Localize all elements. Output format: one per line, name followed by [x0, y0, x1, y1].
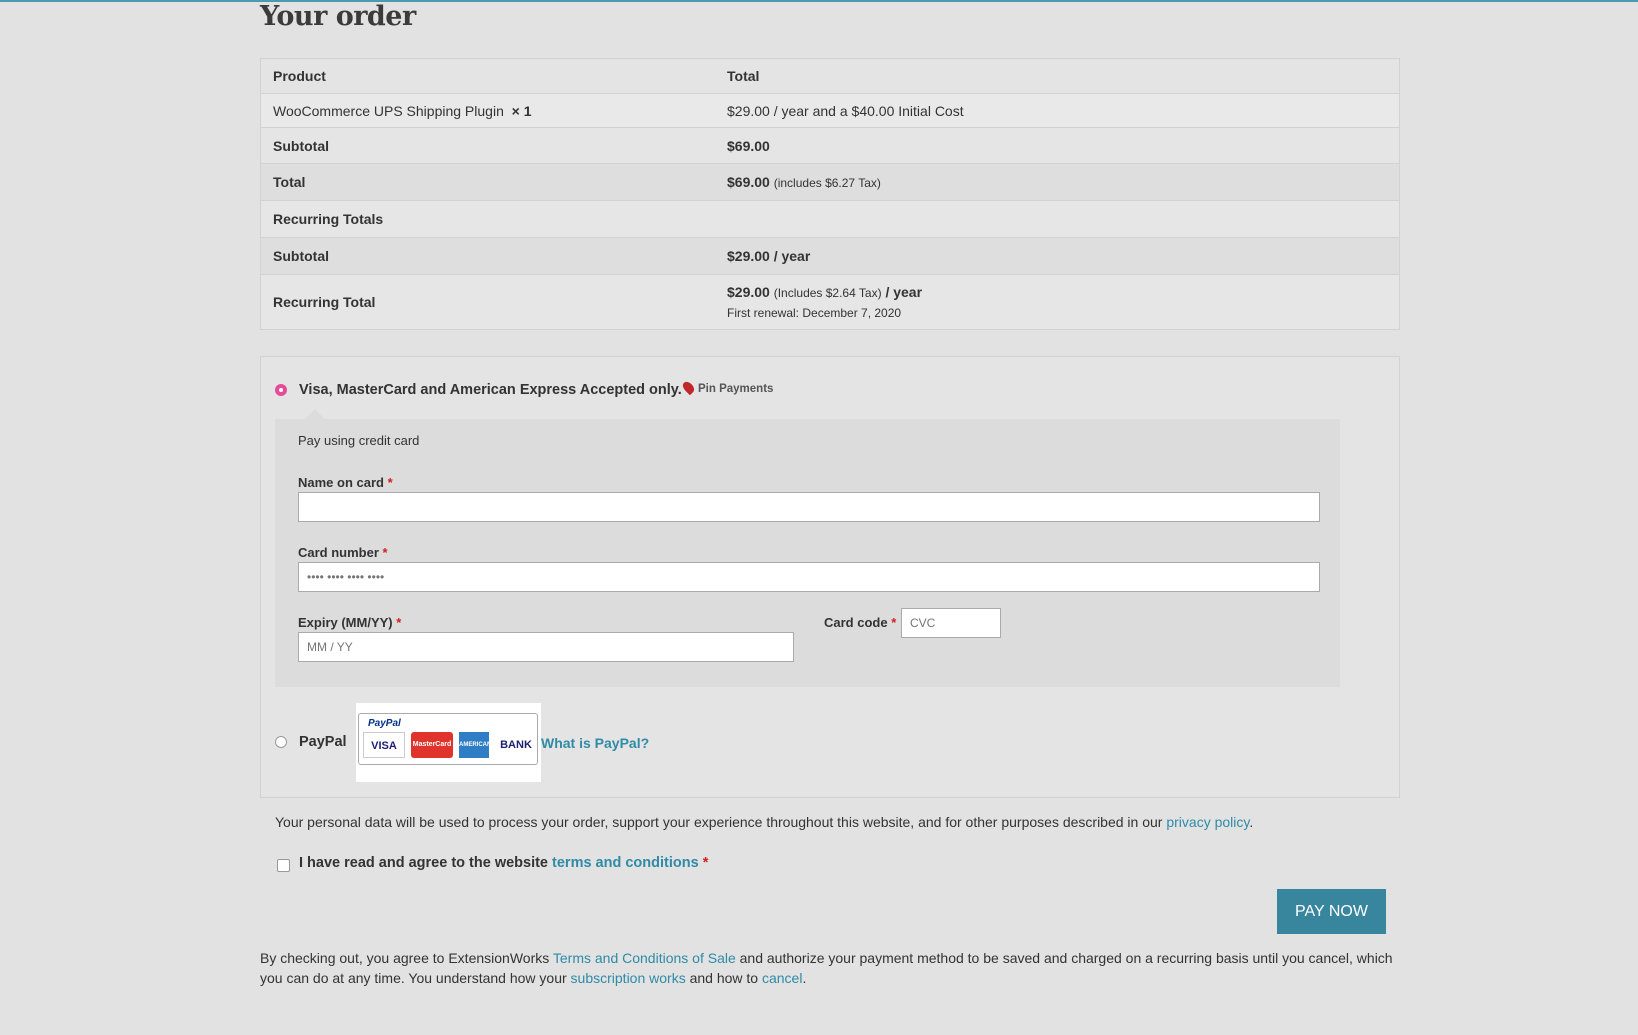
card-number-label: Card number *: [298, 545, 388, 560]
terms-checkbox[interactable]: [277, 859, 290, 872]
subtotal-row: Subtotal $69.00: [260, 127, 1400, 164]
recurring-total-label: Recurring Total: [260, 274, 715, 330]
divider: [261, 797, 1399, 798]
first-renewal-date: First renewal: December 7, 2020: [727, 306, 902, 320]
credit-card-form: Pay using credit card Name on card * Car…: [275, 409, 1340, 687]
mastercard-icon: MasterCard: [411, 732, 453, 758]
recurring-totals-header-row: Recurring Totals: [260, 200, 1400, 238]
bank-icon: BANK: [500, 739, 532, 751]
total-column-header: Total: [715, 58, 1400, 94]
product-price: $29.00 / year and a $40.00 Initial Cost: [715, 93, 1400, 128]
total-value: $69.00: [727, 174, 770, 190]
card-payment-label[interactable]: Visa, MasterCard and American Express Ac…: [299, 382, 682, 398]
terms-of-sale-link[interactable]: Terms and Conditions of Sale: [553, 950, 736, 966]
checkout-footer-notice: By checking out, you agree to ExtensionW…: [260, 950, 1393, 986]
expiry-input[interactable]: [298, 632, 794, 662]
recurring-subtotal-label: Subtotal: [260, 237, 715, 275]
pay-now-button[interactable]: PAY NOW: [1277, 889, 1386, 934]
privacy-notice: Your personal data will be used to proce…: [275, 814, 1254, 830]
subscription-works-link[interactable]: subscription works: [571, 970, 686, 986]
order-review-table: Product Total WooCommerce UPS Shipping P…: [260, 58, 1400, 330]
product-quantity: × 1: [511, 102, 532, 119]
checkout-container: Your order Product Total WooCommerce UPS…: [260, 0, 1400, 934]
total-tax: (includes $6.27 Tax): [773, 176, 881, 190]
amex-icon: AMERICAN EXPRESS: [459, 732, 491, 774]
table-row: WooCommerce UPS Shipping Plugin × 1 $29.…: [260, 93, 1400, 128]
pin-payments-logo: Pin Payments: [680, 379, 773, 396]
product-column-header: Product: [260, 58, 715, 94]
recurring-subtotal-value: $29.00 / year: [727, 248, 811, 264]
card-description: Pay using credit card: [298, 433, 420, 448]
card-payment-radio[interactable]: [275, 384, 287, 396]
card-code-label: Card code *: [824, 615, 897, 630]
terms-label: I have read and agree to the website ter…: [299, 855, 709, 871]
paypal-radio[interactable]: [275, 736, 287, 748]
subtotal-value: $69.00: [727, 137, 770, 154]
terms-and-conditions-link[interactable]: terms and conditions: [552, 855, 699, 871]
paypal-label[interactable]: PayPal: [299, 734, 347, 750]
total-row: Total $69.00 (includes $6.27 Tax): [260, 163, 1400, 201]
paypal-logo: PayPal: [368, 718, 401, 729]
recurring-subtotal-row: Subtotal $29.00 / year: [260, 237, 1400, 275]
recurring-total-row: Recurring Total $29.00 (Includes $2.64 T…: [260, 274, 1400, 330]
recurring-total-tax: (Includes $2.64 Tax): [773, 286, 882, 300]
product-cell: WooCommerce UPS Shipping Plugin × 1: [260, 93, 715, 128]
name-on-card-input[interactable]: [298, 492, 1320, 522]
recurring-totals-heading: Recurring Totals: [260, 200, 1400, 238]
payment-section: Visa, MasterCard and American Express Ac…: [260, 356, 1400, 934]
total-label: Total: [260, 163, 715, 201]
recurring-total-period: / year: [885, 284, 923, 300]
visa-icon: VISA: [363, 732, 405, 758]
map-pin-icon: [680, 379, 697, 396]
name-on-card-label: Name on card *: [298, 475, 393, 490]
cancel-link[interactable]: cancel: [762, 970, 802, 986]
privacy-policy-link[interactable]: privacy policy: [1166, 814, 1249, 830]
card-code-input[interactable]: [901, 608, 1001, 638]
expiry-label: Expiry (MM/YY) *: [298, 615, 402, 630]
product-name: WooCommerce UPS Shipping Plugin: [273, 102, 504, 119]
paypal-acceptance-mark: PayPal VISA MasterCard AMERICAN EXPRESS …: [356, 703, 541, 782]
table-header-row: Product Total: [260, 58, 1400, 94]
page-title: Your order: [260, 1, 416, 32]
subtotal-label: Subtotal: [260, 127, 715, 164]
recurring-total-value: $29.00: [727, 284, 770, 300]
card-number-input[interactable]: [298, 562, 1320, 592]
what-is-paypal-link[interactable]: What is PayPal?: [541, 735, 649, 751]
